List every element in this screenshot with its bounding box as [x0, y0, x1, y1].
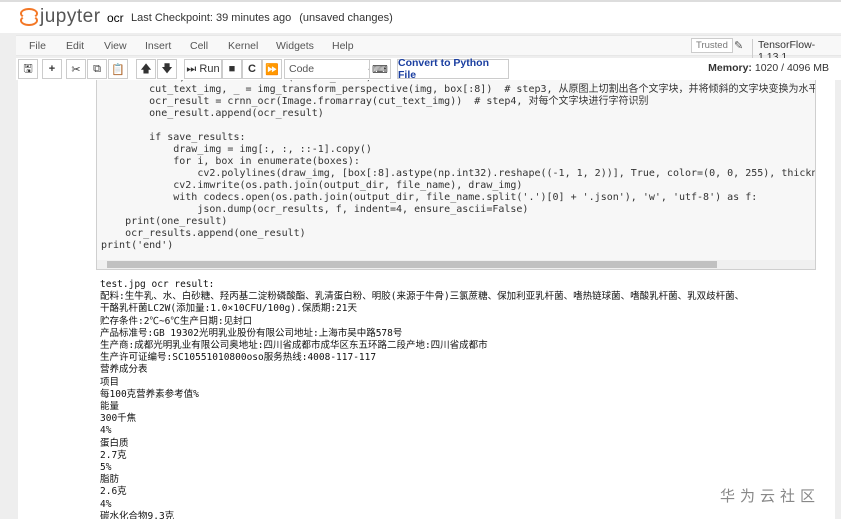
code-line: ocr_results.append(one_result) [101, 228, 306, 239]
checkpoint-text: Last Checkpoint: 39 minutes ago [131, 12, 292, 24]
code-line: ocr_result = crnn_ocr(Image.fromarray(cu… [101, 96, 649, 107]
add-cell-icon[interactable]: + [42, 59, 62, 79]
code-line: print(one_result) [101, 216, 228, 227]
menu-edit[interactable]: Edit [66, 40, 84, 52]
memory-usage: Memory: 1020 / 4096 MB [708, 62, 829, 74]
memory-value: 1020 / 4096 MB [754, 62, 829, 74]
output-line: 蛋白质 [100, 437, 129, 449]
cell-type-value: Code [289, 63, 315, 75]
watermark: 华为云社区 [720, 488, 821, 505]
menubar: File Edit View Insert Cell Kernel Widget… [16, 35, 841, 63]
output-line: 300千焦 [100, 413, 137, 425]
run-label: Run [199, 63, 220, 75]
output-line: 能量 [100, 401, 120, 413]
notebook-area: for index, box in enumerate(sorted_boxes… [18, 80, 835, 519]
code-line: cv2.polylines(draw_img, [box[:8].astype(… [101, 168, 816, 179]
cut-icon[interactable]: ✂ [66, 59, 86, 79]
output-line: 营养成分表 [100, 364, 148, 376]
checkpoint-status: Last Checkpoint: 39 minutes ago (unsaved … [131, 12, 393, 24]
output-line: 2.7克 [100, 449, 127, 461]
trusted-badge[interactable]: Trusted [691, 38, 733, 53]
scrollbar-thumb[interactable] [107, 261, 717, 268]
output-line: 4% [100, 425, 112, 437]
code-line: cut_text_img, _ = img_transform_perspect… [101, 84, 816, 95]
code-line: with codecs.open(os.path.join(output_dir… [101, 192, 758, 203]
menu-widgets[interactable]: Widgets [276, 40, 314, 52]
output-line: 每100克营养素参考值% [100, 388, 199, 400]
code-line: json.dump(ocr_results, f, indent=4, ensu… [101, 204, 529, 215]
output-line: 碳水化合物9.3克 [100, 510, 175, 519]
menu-file[interactable]: File [29, 40, 46, 52]
restart-icon[interactable]: C [242, 59, 262, 79]
save-icon[interactable]: 🖫 [18, 59, 38, 79]
output-line: test.jpg ocr result: [100, 279, 215, 290]
output-line: 生产商:成都光明乳业有限公司奥地址:四川省成都市成华区东五环路二段产地:四川省成… [100, 340, 488, 352]
cell-type-select[interactable]: Code⌄ [284, 59, 379, 79]
code-line: print('end') [101, 240, 174, 251]
jupyter-logo-icon [20, 7, 38, 27]
output-line: 贮存条件:2℃~6℃生产日期:见封口 [100, 315, 253, 327]
copy-icon[interactable]: ⧉ [87, 59, 107, 79]
code-line: cv2.imwrite(os.path.join(output_dir, fil… [101, 180, 523, 191]
toolbar: 🖫 + ✂ ⧉ 📋 🡅 🡇 ⏭ Run ■ C ⏩ Code⌄ ⌨ Conver… [16, 57, 841, 81]
code-line: one_result.append(ocr_result) [101, 108, 324, 119]
stop-icon[interactable]: ■ [222, 59, 242, 79]
code-line: for i, box in enumerate(boxes): [101, 156, 360, 167]
output-line: 项目 [100, 376, 120, 388]
memory-label: Memory: [708, 62, 752, 74]
logo-text: jupyter [40, 6, 101, 27]
unsaved-indicator: (unsaved changes) [299, 12, 393, 24]
cell-output: test.jpg ocr result: 配料:生牛乳、水、白砂糖、羟丙基二淀粉磷… [100, 279, 744, 519]
menu-cell[interactable]: Cell [190, 40, 208, 52]
output-line: 配料:生牛乳、水、白砂糖、羟丙基二淀粉磷酸酯、乳清蛋白粉、明胶(来源于牛骨)三氯… [100, 291, 745, 303]
horizontal-scrollbar[interactable] [97, 260, 815, 269]
menu-help[interactable]: Help [332, 40, 354, 52]
code-cell-input[interactable]: for index, box in enumerate(sorted_boxes… [96, 80, 816, 270]
notebook-name[interactable]: ocr [107, 11, 124, 25]
convert-to-python-button[interactable]: Convert to Python File [397, 57, 509, 81]
menu-kernel[interactable]: Kernel [228, 40, 258, 52]
keyboard-icon[interactable]: ⌨ [369, 59, 391, 79]
menu-insert[interactable]: Insert [145, 40, 171, 52]
paste-icon[interactable]: 📋 [108, 59, 128, 79]
code-line: if save_results: [101, 132, 246, 143]
jupyter-logo[interactable]: jupyter [20, 6, 101, 28]
menu-view[interactable]: View [104, 40, 127, 52]
output-line: 2.6克 [100, 486, 127, 498]
output-line: 5% [100, 462, 112, 474]
run-icon: ⏭ [186, 62, 197, 75]
pencil-icon[interactable]: ✎ [734, 39, 743, 52]
fast-forward-icon[interactable]: ⏩ [262, 59, 282, 79]
move-down-icon[interactable]: 🡇 [157, 59, 177, 79]
code-editor[interactable]: for index, box in enumerate(sorted_boxes… [101, 80, 816, 252]
output-line: 产品标准号:GB 19302光明乳业股份有限公司地址:上海市吴中路578号 [100, 327, 403, 339]
output-line: 生产许可证编号:SC10551010800oso服务热线:4008-117-11… [100, 352, 377, 364]
output-line: 干酪乳杆菌LC2W(添加量:1.0×10CFU/100g).保质期:21天 [100, 303, 357, 315]
move-up-icon[interactable]: 🡅 [136, 59, 156, 79]
run-button[interactable]: ⏭ Run [184, 59, 222, 79]
output-line: 脂肪 [100, 474, 120, 486]
header: jupyter ocr Last Checkpoint: 39 minutes … [0, 0, 841, 33]
code-line: draw_img = img[:, :, ::-1].copy() [101, 144, 372, 155]
output-line: 4% [100, 498, 112, 510]
